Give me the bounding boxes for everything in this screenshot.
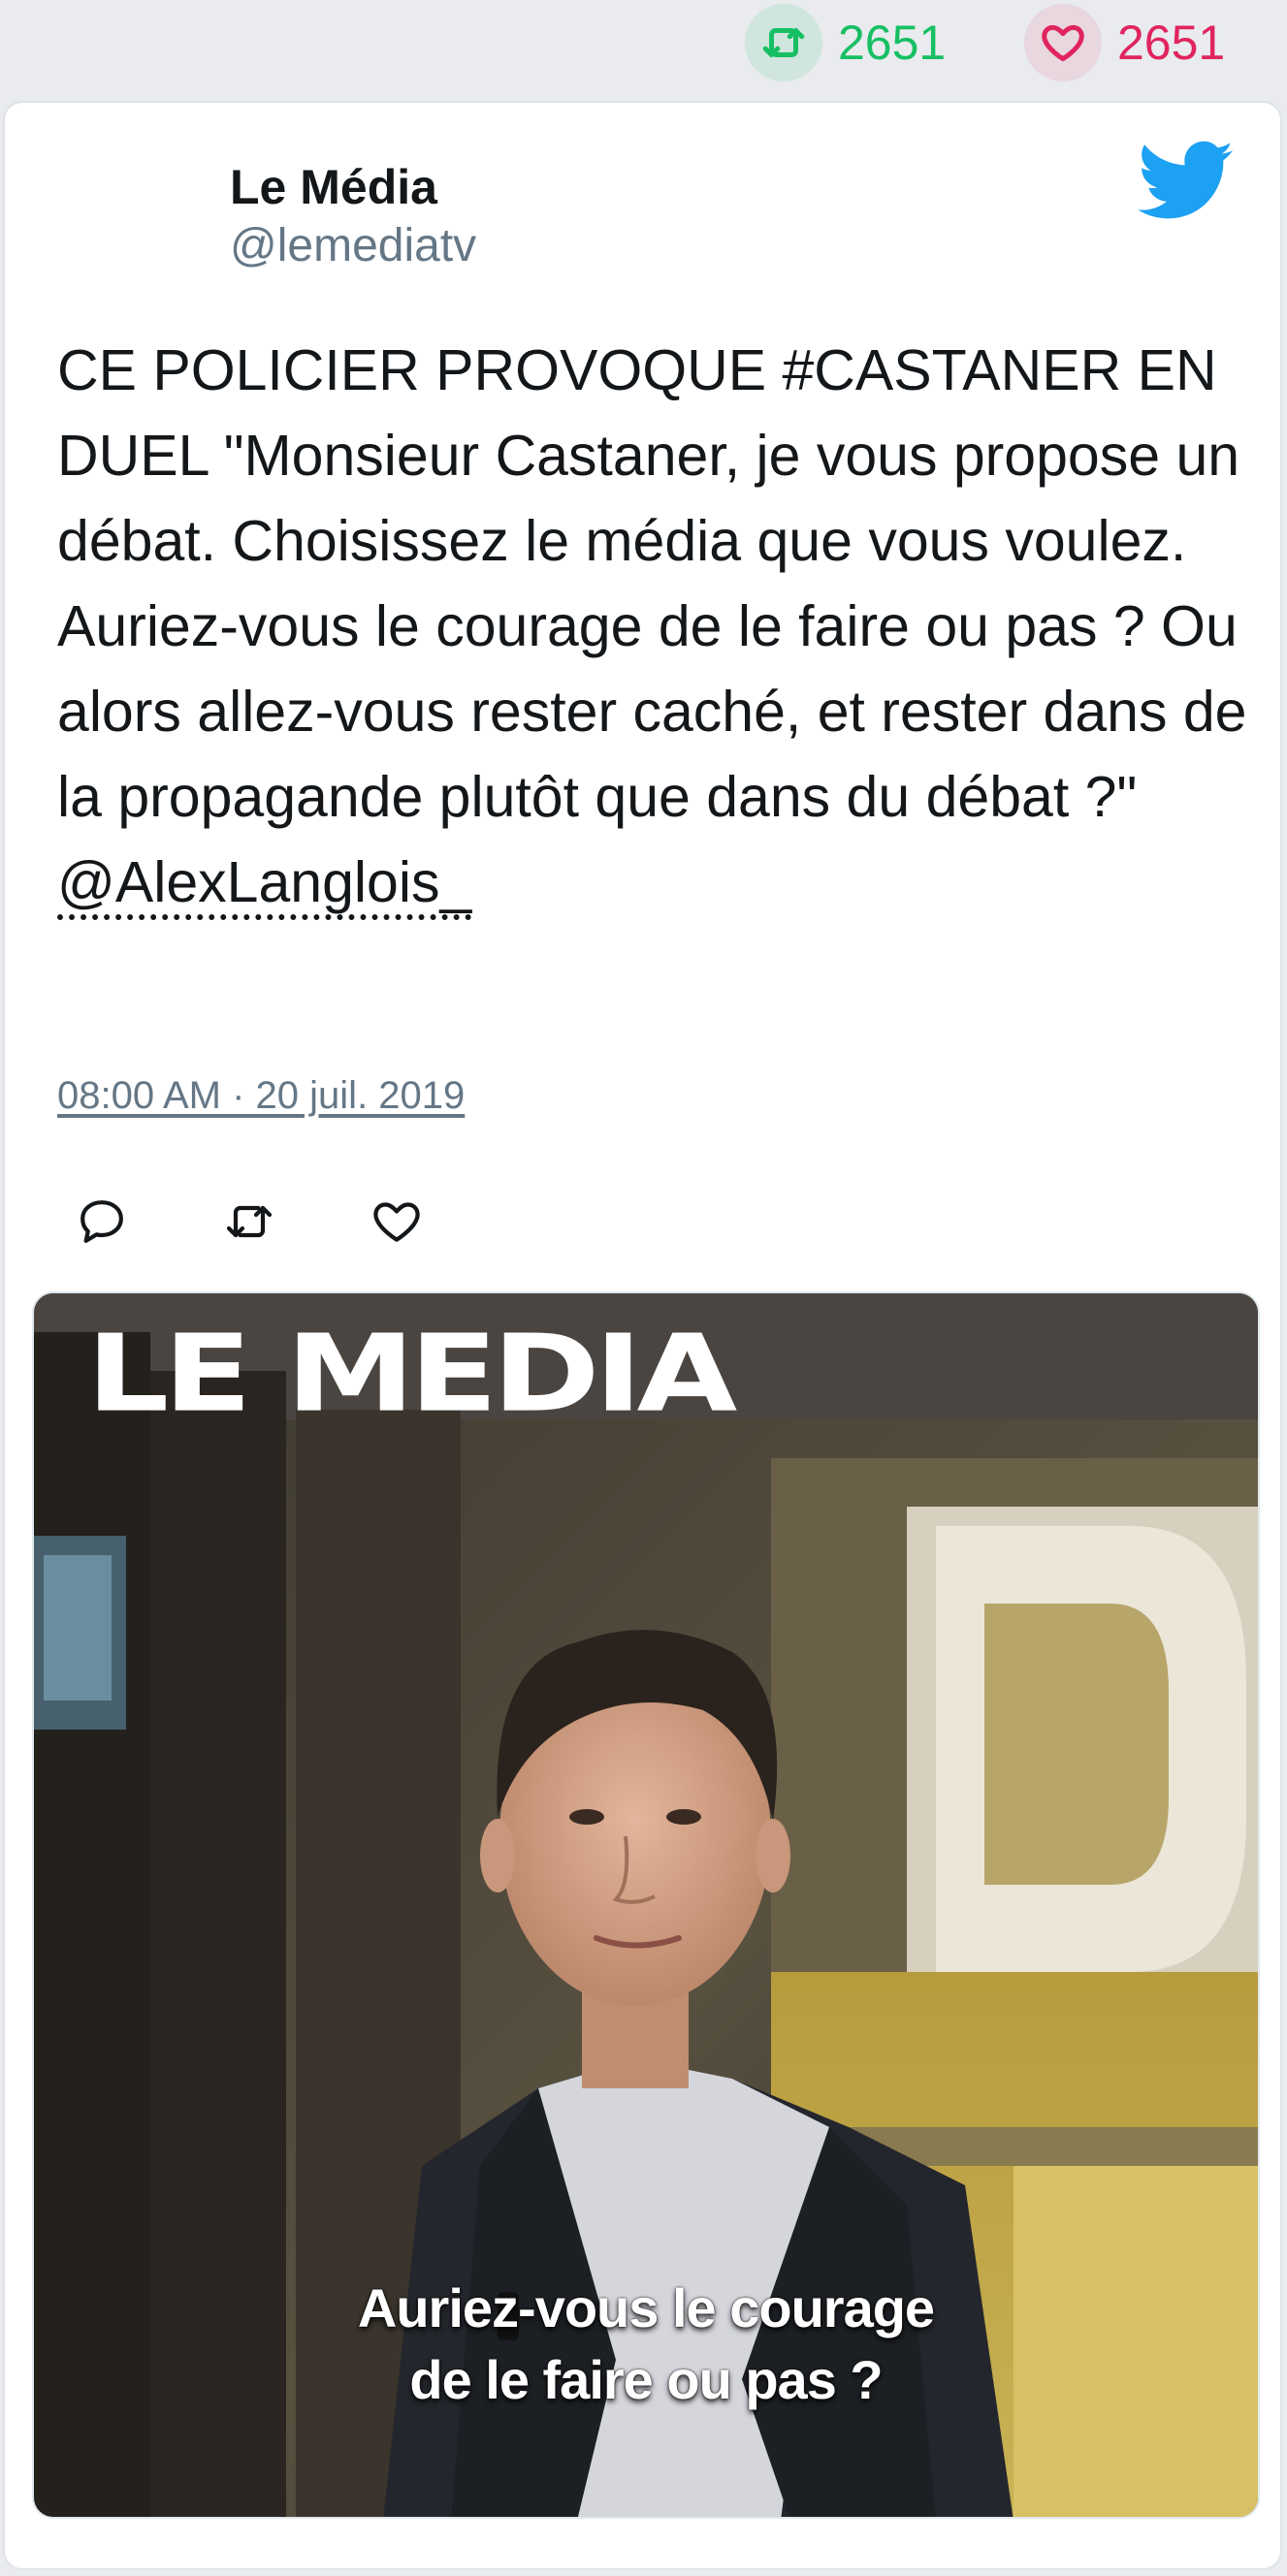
- avatar[interactable]: [55, 149, 172, 266]
- retweet-count-stat[interactable]: 2651: [745, 4, 946, 81]
- retweet-icon[interactable]: [745, 4, 822, 81]
- tweet-body: CE POLICIER PROVOQUE #CASTANER EN DUEL "…: [57, 338, 1247, 829]
- like-count-stat[interactable]: 2651: [1024, 4, 1225, 81]
- reply-icon: [80, 1200, 123, 1243]
- author-name[interactable]: Le Média: [230, 159, 437, 215]
- video-caption-line1: Auriez-vous le courage: [357, 2277, 935, 2338]
- like-button[interactable]: [368, 1193, 426, 1251]
- le-media-logo: LE MEDIA: [86, 1311, 737, 1436]
- author-handle[interactable]: @lemediatv: [230, 219, 476, 272]
- tweet-text: CE POLICIER PROVOQUE #CASTANER EN DUEL "…: [57, 328, 1250, 925]
- heart-icon[interactable]: [1024, 4, 1102, 81]
- retweet-button[interactable]: [220, 1193, 278, 1251]
- reply-button[interactable]: [73, 1193, 131, 1251]
- tweet-timestamp[interactable]: 08:00 AM · 20 juil. 2019: [57, 1074, 465, 1118]
- like-count: 2651: [1117, 16, 1226, 70]
- twitter-logo-icon[interactable]: [1138, 140, 1235, 223]
- retweet-icon: [226, 1205, 273, 1238]
- tweet-actions: [73, 1187, 515, 1256]
- video-caption-line2: de le faire ou pas ?: [409, 2349, 883, 2410]
- heart-icon: [373, 1202, 420, 1242]
- tweet-card: Le Média @lemediatv CE POLICIER PROVOQUE…: [3, 101, 1282, 2570]
- tweet-stats-bar: 2651 2651: [0, 0, 1287, 99]
- retweet-count: 2651: [838, 16, 947, 70]
- mention-link[interactable]: @AlexLanglois_: [57, 850, 471, 914]
- tweet-video[interactable]: LE MEDIA Auriez-vous le courage de le fa…: [32, 1291, 1260, 2519]
